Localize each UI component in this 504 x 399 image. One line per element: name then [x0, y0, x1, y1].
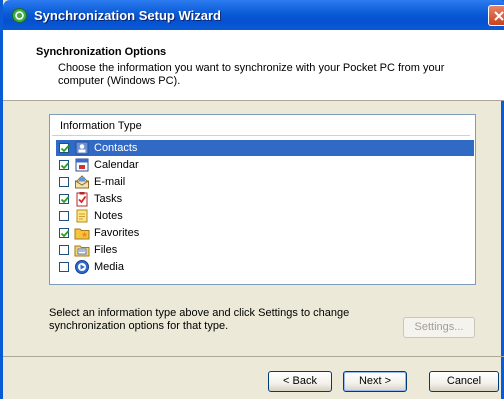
list-item-tasks[interactable]: Tasks — [56, 191, 474, 207]
list-item-label: Calendar — [94, 159, 139, 171]
list-item-label: Notes — [94, 210, 123, 222]
tasks-icon — [76, 192, 88, 207]
close-button[interactable] — [488, 5, 504, 26]
list-item-notes[interactable]: Notes — [56, 208, 474, 224]
files-icon — [74, 245, 90, 257]
calendar-icon — [75, 158, 89, 172]
list-item-calendar[interactable]: Calendar — [56, 157, 474, 173]
list-item-label: Favorites — [94, 227, 140, 239]
settings-button[interactable]: Settings... — [403, 317, 475, 338]
title-bar: Synchronization Setup Wizard — [3, 0, 504, 30]
settings-instructions: Select an information type above and cli… — [49, 307, 350, 332]
window-title: Synchronization Setup Wizard — [34, 8, 221, 23]
media-icon — [75, 260, 89, 274]
favorites-icon — [74, 228, 90, 240]
checkbox-files[interactable] — [59, 245, 69, 255]
checkbox-notes[interactable] — [59, 211, 69, 221]
checkmark-icon — [60, 196, 70, 204]
wizard-window: Synchronization Setup Wizard Synchroniza… — [0, 0, 504, 399]
page-title: Synchronization Options — [36, 46, 167, 58]
email-icon — [75, 175, 89, 189]
notes-icon — [76, 209, 88, 223]
sync-app-icon — [12, 8, 27, 23]
checkbox-calendar[interactable] — [59, 160, 70, 170]
list-item-favorites[interactable]: Favorites — [56, 225, 474, 241]
footer-divider — [3, 356, 504, 357]
checkbox-tasks[interactable] — [59, 194, 70, 204]
checkmark-icon — [60, 145, 70, 153]
list-item-label: Media — [94, 261, 124, 273]
list-item-label: Files — [94, 244, 118, 256]
checkbox-email[interactable] — [59, 177, 69, 187]
list-item-contacts[interactable]: Contacts — [56, 140, 474, 156]
close-icon — [494, 11, 504, 21]
column-header-information-type[interactable]: Information Type — [50, 120, 470, 134]
checkbox-contacts[interactable] — [59, 143, 70, 153]
list-item-media[interactable]: Media — [56, 259, 474, 275]
checkmark-icon — [60, 162, 70, 170]
back-button[interactable]: < Back — [268, 371, 332, 392]
next-button[interactable]: Next > — [343, 371, 407, 392]
checkbox-media[interactable] — [59, 262, 69, 272]
list-item-email[interactable]: E-mail — [56, 174, 474, 190]
checkmark-icon — [60, 230, 70, 238]
contacts-icon — [75, 141, 89, 155]
list-item-label: E-mail — [94, 176, 126, 188]
list-item-label: Tasks — [94, 193, 123, 205]
list-item-files[interactable]: Files — [56, 242, 474, 258]
checkbox-favorites[interactable] — [59, 228, 70, 238]
list-item-label: Contacts — [94, 142, 138, 154]
page-description: Choose the information you want to synch… — [58, 62, 445, 87]
column-header-divider — [52, 135, 470, 136]
cancel-button[interactable]: Cancel — [429, 371, 499, 392]
